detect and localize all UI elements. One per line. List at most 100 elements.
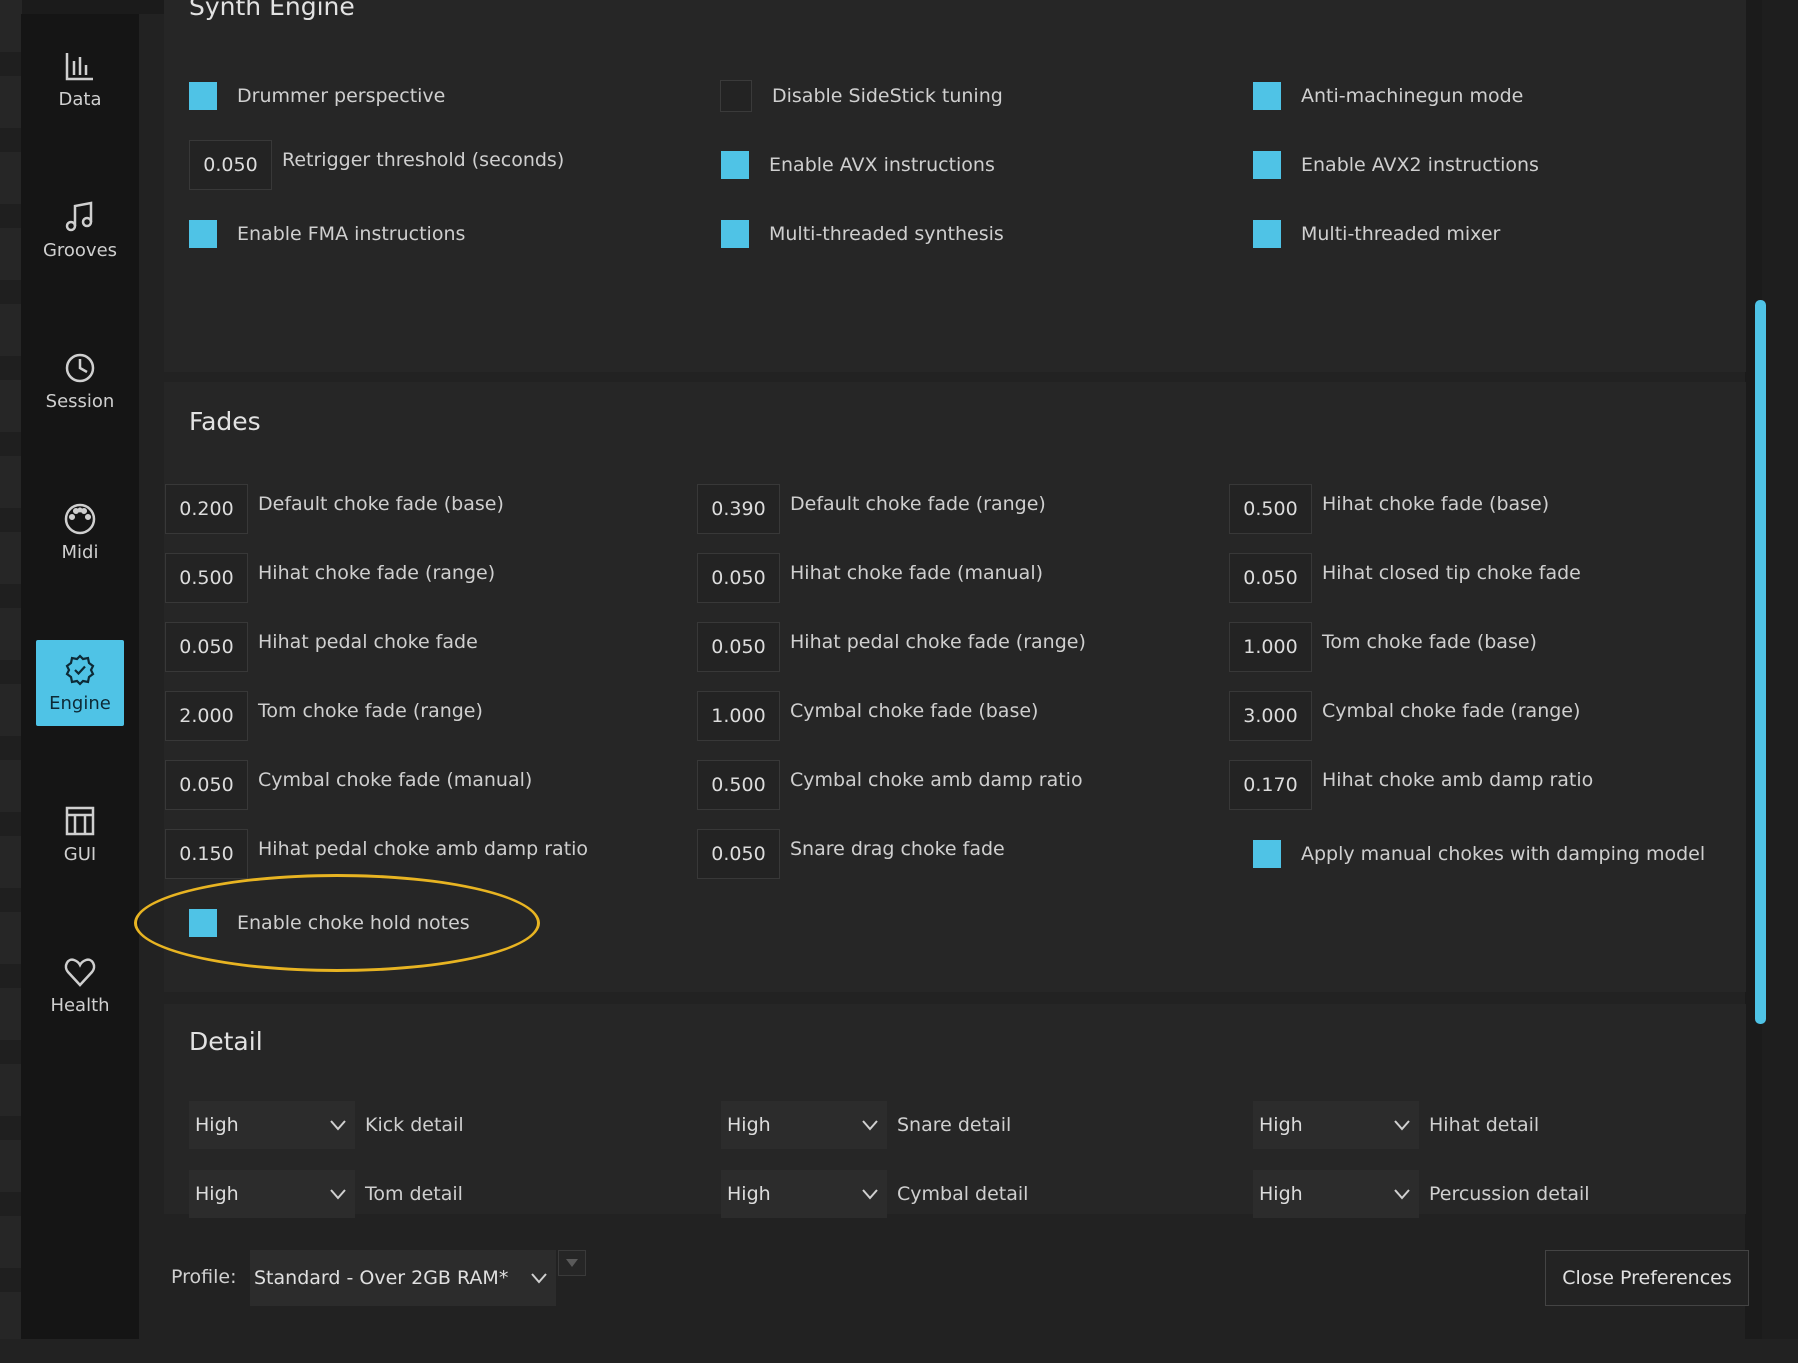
detail-field[interactable]: High Snare detail [721,1100,1011,1150]
fade-field[interactable]: 0.050 Hihat choke fade (manual) [697,553,1043,603]
field-label: Hihat choke fade (manual) [790,562,1044,584]
sidebar-item-label: Session [45,390,115,412]
detail-dropdown[interactable]: High [189,1101,355,1149]
fade-field[interactable]: 0.390 Default choke fade (range) [697,484,1046,534]
checkbox-checked[interactable] [721,220,749,248]
sidebar-item-midi[interactable]: Midi [36,489,124,575]
close-preferences-button[interactable]: Close Preferences [1545,1250,1749,1306]
field-label: Hihat choke fade (base) [1322,493,1550,515]
fade-field[interactable]: 0.500 Cymbal choke amb damp ratio [697,760,1083,810]
checkbox-unchecked[interactable] [720,80,752,112]
number-input[interactable]: 1.000 [697,691,780,741]
dropdown-value: High [727,1114,771,1136]
sidebar-item-engine[interactable]: Engine [36,640,124,726]
checkbox-checked[interactable] [189,82,217,110]
number-input[interactable]: 0.050 [1229,553,1312,603]
option-label: Multi-threaded mixer [1301,223,1501,245]
mt-mixer-option[interactable]: Multi-threaded mixer [1241,209,1500,259]
detail-dropdown[interactable]: High [1253,1170,1419,1218]
background-app-bottom [0,1339,1798,1363]
apply-manual-chokes-option[interactable]: Apply manual chokes with damping model [1241,829,1705,879]
detail-dropdown[interactable]: High [189,1170,355,1218]
number-input[interactable]: 0.050 [697,829,780,879]
profile-menu-button[interactable] [558,1250,586,1276]
fade-field[interactable]: 0.170 Hihat choke amb damp ratio [1229,760,1593,810]
fade-field[interactable]: 3.000 Cymbal choke fade (range) [1229,691,1580,741]
vertical-scrollbar[interactable] [1755,300,1766,1024]
number-input[interactable]: 0.050 [165,622,248,672]
field-label: Cymbal choke amb damp ratio [790,769,1083,791]
mt-synthesis-option[interactable]: Multi-threaded synthesis [709,209,1004,259]
chevron-down-icon [330,1120,346,1131]
anti-machinegun-option[interactable]: Anti-machinegun mode [1241,71,1523,121]
section-title: Fades [189,407,261,436]
field-label: Percussion detail [1429,1183,1590,1205]
number-input[interactable]: 0.500 [1229,484,1312,534]
detail-dropdown[interactable]: High [721,1101,887,1149]
option-label: Enable FMA instructions [237,223,466,245]
detail-field[interactable]: High Cymbal detail [721,1169,1028,1219]
sidebar-item-health[interactable]: Health [36,942,124,1028]
option-label: Multi-threaded synthesis [769,223,1004,245]
checkbox-checked[interactable] [721,151,749,179]
fade-field[interactable]: 2.000 Tom choke fade (range) [165,691,483,741]
avx-option[interactable]: Enable AVX instructions [709,140,995,190]
sidebar-item-gui[interactable]: GUI [36,791,124,877]
option-label: Drummer perspective [237,85,446,107]
bar-chart-icon [65,52,93,80]
fade-field[interactable]: 0.050 Hihat pedal choke fade (range) [697,622,1086,672]
drummer-perspective-option[interactable]: Drummer perspective [177,71,445,121]
fade-field[interactable]: 0.500 Hihat choke fade (base) [1229,484,1549,534]
detail-dropdown[interactable]: High [721,1170,887,1218]
checkbox-checked[interactable] [1253,840,1281,868]
sidebar-item-grooves[interactable]: Grooves [36,187,124,273]
disable-sidestick-option[interactable]: Disable SideStick tuning [709,71,1003,121]
gear-badge-icon [65,653,95,686]
fade-field[interactable]: 0.200 Default choke fade (base) [165,484,504,534]
checkbox-checked[interactable] [1253,151,1281,179]
number-input[interactable]: 1.000 [1229,622,1312,672]
detail-field[interactable]: High Tom detail [189,1169,463,1219]
fade-field[interactable]: 0.050 Cymbal choke fade (manual) [165,760,532,810]
sidebar-item-session[interactable]: Session [36,338,124,424]
profile-dropdown[interactable]: Standard - Over 2GB RAM* [250,1250,556,1306]
fade-field[interactable]: 0.050 Hihat closed tip choke fade [1229,553,1581,603]
retrigger-threshold-field[interactable]: 0.050 Retrigger threshold (seconds) [189,140,564,190]
fade-field[interactable]: 1.000 Tom choke fade (base) [1229,622,1537,672]
number-input[interactable]: 3.000 [1229,691,1312,741]
number-input[interactable]: 0.390 [697,484,780,534]
field-label: Cymbal detail [897,1183,1029,1205]
checkbox-checked[interactable] [1253,82,1281,110]
field-label: Hihat choke amb damp ratio [1322,769,1594,791]
profile-value: Standard - Over 2GB RAM* [254,1267,509,1289]
sidebar-item-data[interactable]: Data [36,36,124,122]
number-input[interactable]: 0.500 [165,553,248,603]
number-input[interactable]: 0.200 [165,484,248,534]
section-title: Detail [189,1027,263,1056]
dropdown-value: High [195,1114,239,1136]
number-input[interactable]: 2.000 [165,691,248,741]
checkbox-checked[interactable] [189,220,217,248]
number-input[interactable]: 0.150 [165,829,248,879]
number-input[interactable]: 0.500 [697,760,780,810]
sidebar-item-label: GUI [63,843,97,865]
fade-field[interactable]: 0.050 Snare drag choke fade [697,829,1005,879]
number-input[interactable]: 0.050 [165,760,248,810]
number-input[interactable]: 0.050 [697,622,780,672]
number-input[interactable]: 0.050 [697,553,780,603]
field-label: Default choke fade (range) [790,493,1046,515]
fma-option[interactable]: Enable FMA instructions [177,209,465,259]
number-input[interactable]: 0.050 [189,140,272,190]
fade-field[interactable]: 0.050 Hihat pedal choke fade [165,622,478,672]
detail-dropdown[interactable]: High [1253,1101,1419,1149]
checkbox-checked[interactable] [1253,220,1281,248]
fade-field[interactable]: 1.000 Cymbal choke fade (base) [697,691,1038,741]
detail-field[interactable]: High Hihat detail [1253,1100,1539,1150]
avx2-option[interactable]: Enable AVX2 instructions [1241,140,1539,190]
field-label: Snare detail [897,1114,1012,1136]
detail-field[interactable]: High Percussion detail [1253,1169,1590,1219]
detail-field[interactable]: High Kick detail [189,1100,464,1150]
fade-field[interactable]: 0.150 Hihat pedal choke amb damp ratio [165,829,588,879]
fade-field[interactable]: 0.500 Hihat choke fade (range) [165,553,495,603]
number-input[interactable]: 0.170 [1229,760,1312,810]
